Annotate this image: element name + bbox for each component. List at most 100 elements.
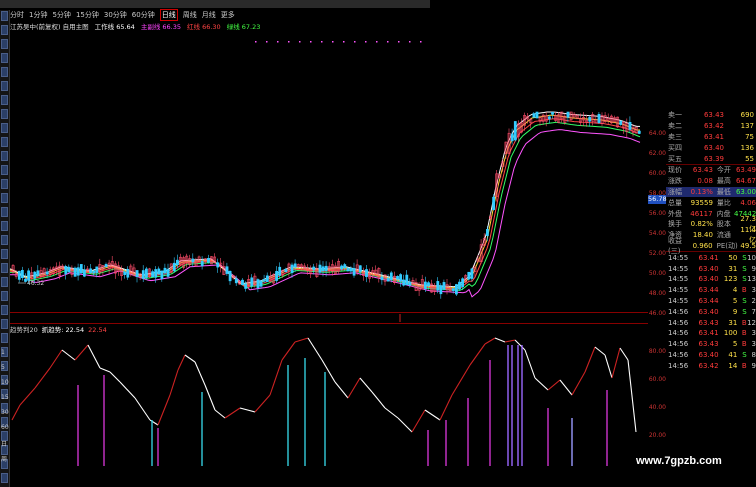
watermark: www.7gpzb.com <box>636 455 722 467</box>
candle-body <box>510 133 514 142</box>
indicator-line-segment <box>61 349 76 361</box>
quote-value: 64.67 <box>735 177 756 186</box>
indicator-line-segment <box>134 397 151 421</box>
price-axis-label: 48.00 <box>648 290 666 297</box>
candle-body <box>312 266 316 271</box>
trade-row: 14:55 63.44 5 S 2 <box>666 296 756 307</box>
candle-body <box>628 122 632 130</box>
price-axis-label: 46.00 <box>648 310 666 317</box>
candle-body <box>485 229 489 236</box>
signal-dot <box>409 41 411 43</box>
candle-body <box>588 117 592 122</box>
trade-direction: B <box>741 361 747 370</box>
order-book-price: 63.40 <box>703 143 724 152</box>
candle-body <box>454 284 458 295</box>
price-axis-label: 58.00 <box>648 190 666 197</box>
candle-body <box>216 262 220 268</box>
candle-body <box>92 270 96 274</box>
indicator-line-segment <box>307 337 323 361</box>
quote-value: 63.49 <box>735 166 756 175</box>
indicator-line-segment <box>119 381 136 399</box>
quote-row: 总量 93559 量比 4.06 <box>666 197 756 208</box>
candle-body <box>442 282 446 290</box>
order-book-volume: 137 <box>740 122 754 131</box>
candle-body <box>76 267 80 276</box>
indicator-line-segment <box>594 346 606 356</box>
trade-price: 63.40 <box>698 350 719 359</box>
candle-body <box>104 264 108 268</box>
indicator-line-segment <box>571 371 586 396</box>
candle-body <box>45 271 49 275</box>
indicator-line-segment <box>334 381 349 399</box>
signal-dot <box>310 41 312 43</box>
quote-label: 今开 <box>716 166 731 175</box>
trade-count: 13 <box>747 275 756 284</box>
order-book-price: 63.41 <box>703 132 724 141</box>
candle-body <box>343 264 347 269</box>
indicator-line-segment <box>494 337 506 343</box>
signal-dot <box>321 41 323 43</box>
quote-label: 换手 <box>668 220 682 229</box>
trade-time: 14:56 <box>668 350 689 359</box>
trade-count: 8 <box>751 350 756 359</box>
trade-count: 10 <box>747 253 756 262</box>
trade-volume: 9 <box>732 307 738 316</box>
candle-body <box>423 281 427 289</box>
signal-dot <box>376 41 378 43</box>
kline-chart[interactable]: 46.32 <box>0 0 756 487</box>
candle-body <box>207 258 210 263</box>
trade-volume: 50 <box>728 253 738 262</box>
panel-divider <box>10 312 648 313</box>
candle-body <box>352 268 356 276</box>
trade-direction: B <box>741 340 747 349</box>
candle-body <box>513 121 517 141</box>
candle-body <box>365 269 368 278</box>
indicator-line-segment <box>269 359 283 396</box>
trade-direction: B <box>741 329 747 338</box>
price-axis-label: 60.00 <box>648 170 666 177</box>
signal-dot <box>398 41 400 43</box>
trade-time: 14:56 <box>668 329 689 338</box>
candle-body <box>346 267 350 272</box>
quote-label: 涨幅 <box>668 187 682 196</box>
trade-price: 63.40 <box>698 307 719 316</box>
signal-dot <box>255 41 257 43</box>
quote-value: 63.00 <box>735 187 756 196</box>
candle-body <box>436 281 440 291</box>
trade-count: 12 <box>747 318 756 327</box>
candle-body <box>151 271 155 278</box>
quote-row: 涨跌 0.08 最高 64.67 <box>666 176 756 187</box>
trade-time: 14:55 <box>668 275 689 284</box>
low-price-label: 46.32 <box>27 280 44 287</box>
price-axis-label: 54.00 <box>648 230 666 237</box>
candle-body <box>637 130 641 134</box>
quote-value: 4.06 <box>740 198 756 207</box>
candle-body <box>566 111 570 118</box>
trade-price: 63.44 <box>698 286 719 295</box>
trade-direction: B <box>741 286 747 295</box>
candle-body <box>293 263 297 268</box>
trade-time: 14:55 <box>668 253 689 262</box>
order-book-volume: 75 <box>745 132 754 141</box>
candle-body <box>141 270 145 279</box>
indicator-line-segment <box>469 343 486 366</box>
order-book-volume: 55 <box>745 154 754 163</box>
indicator-line-segment <box>204 384 216 411</box>
trade-direction: S <box>742 264 747 273</box>
trade-direction: S <box>742 307 747 316</box>
indicator-line-segment <box>254 394 271 413</box>
indicator-line-segment <box>611 347 621 379</box>
indicator-title: 趋势判20 抓趋势: 22.54 22.54 <box>10 326 107 335</box>
order-book-row: 卖一 63.43 690 <box>666 110 756 121</box>
indicator-line-segment <box>439 394 453 421</box>
indicator-line-segment <box>321 359 336 383</box>
candle-body <box>95 266 99 273</box>
trade-price: 63.43 <box>698 340 719 349</box>
trade-volume: 5 <box>732 296 738 305</box>
candle-body <box>318 264 322 273</box>
candle-body <box>349 267 353 272</box>
indicator-line-segment <box>424 409 441 421</box>
trade-direction: S <box>742 275 747 284</box>
order-book-volume: 690 <box>740 111 754 120</box>
order-book-label: 买四 <box>668 143 682 152</box>
